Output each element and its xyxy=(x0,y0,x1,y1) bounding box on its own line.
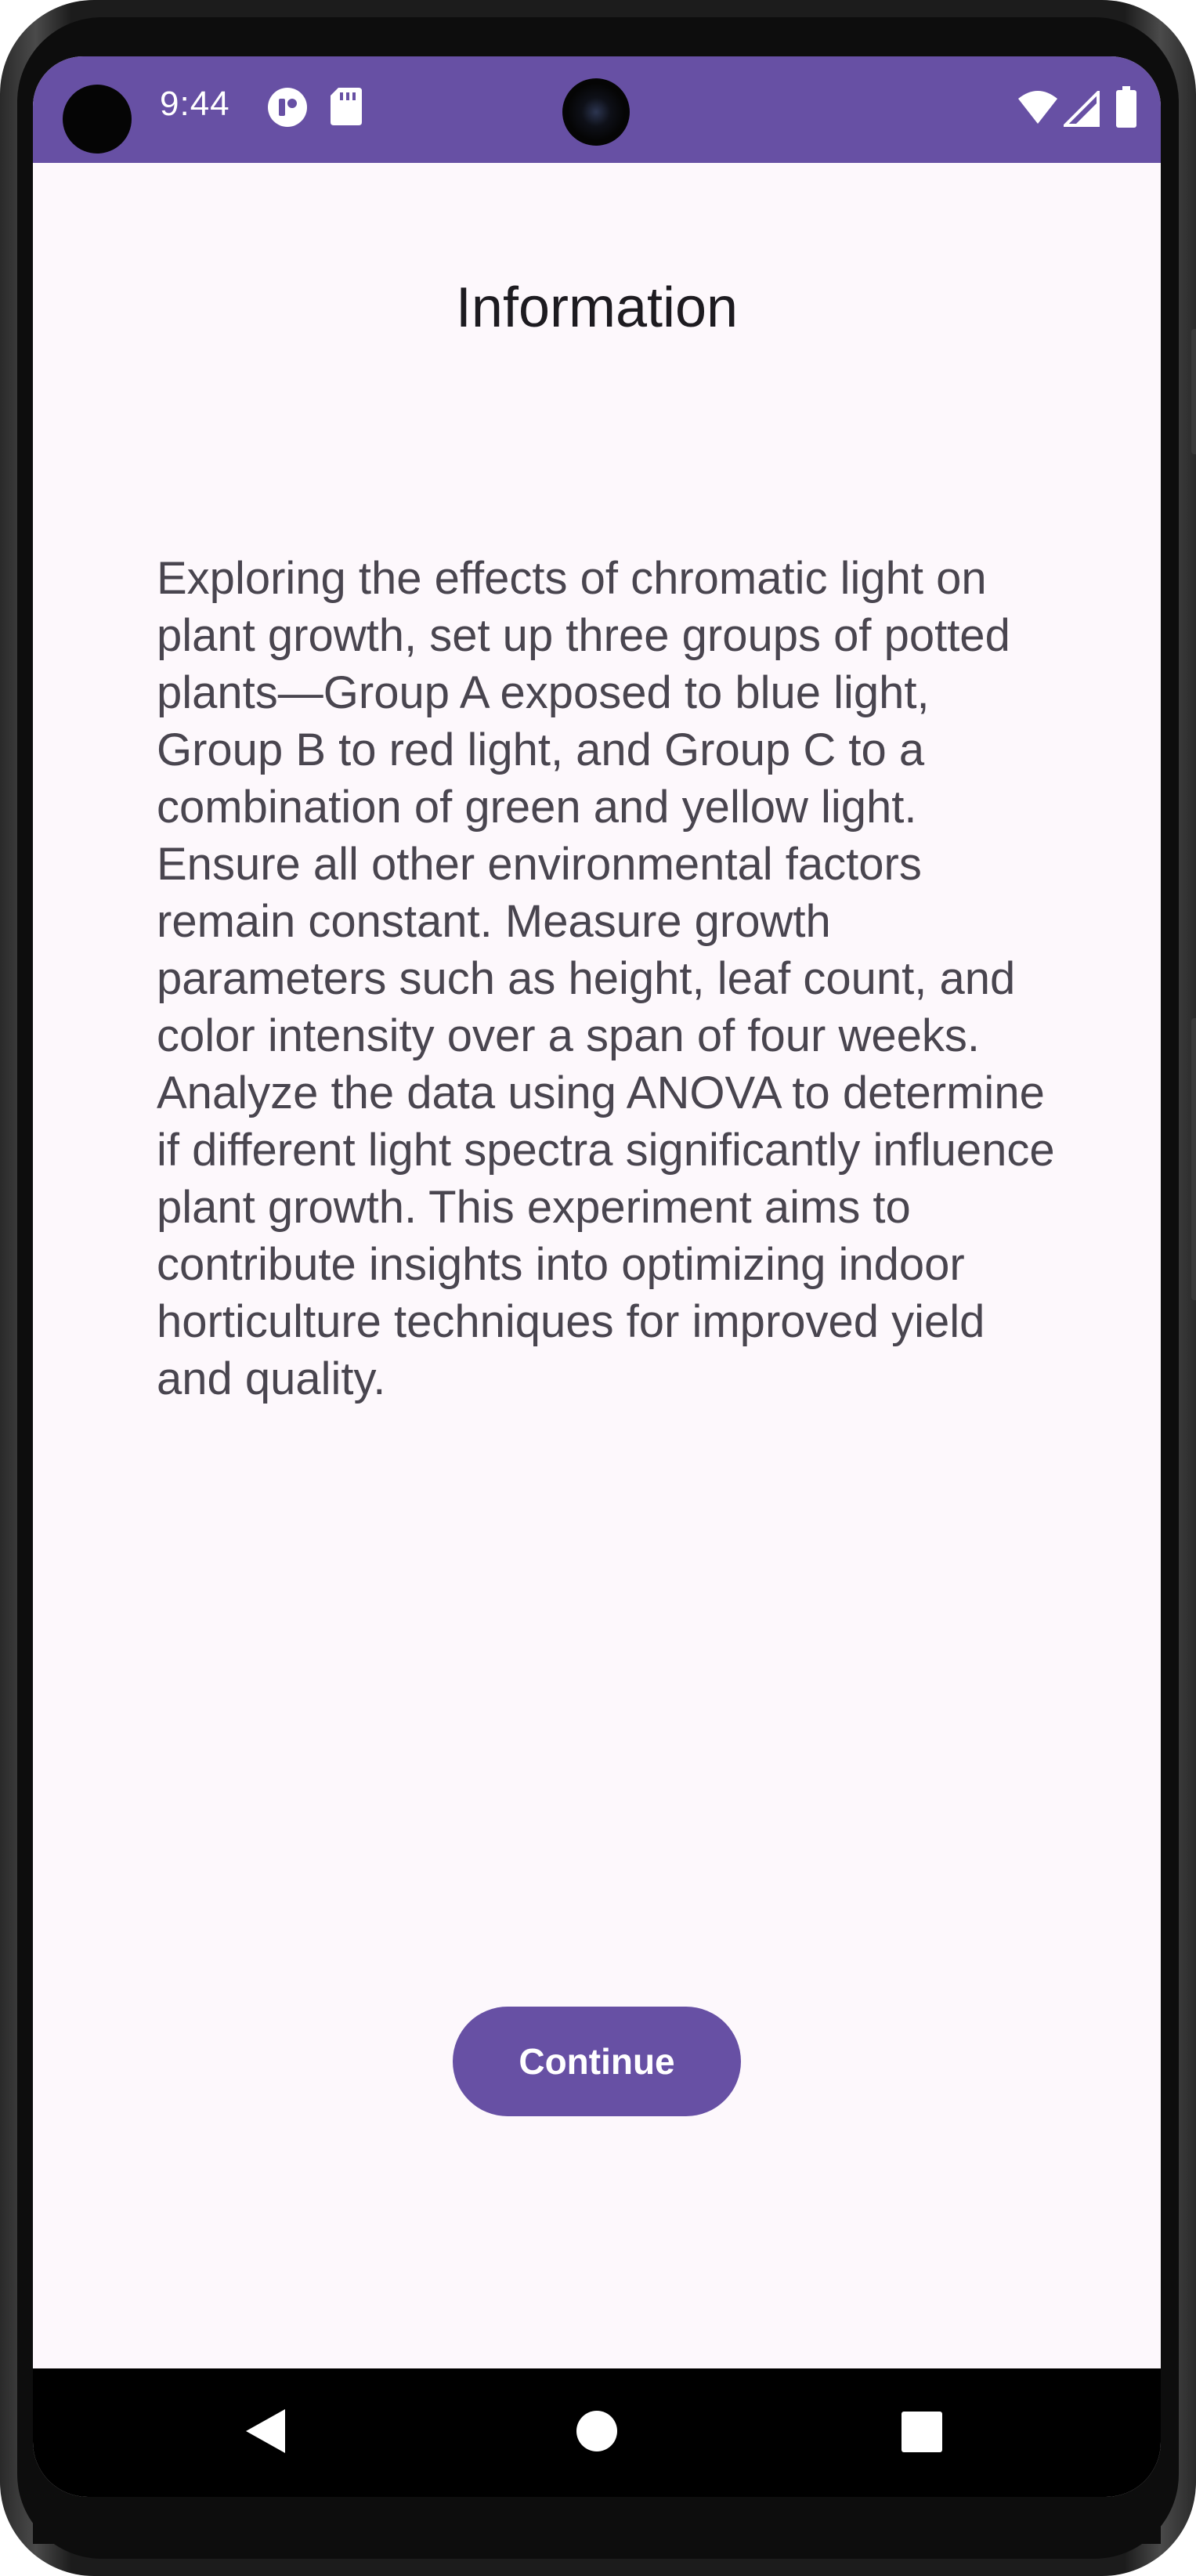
home-icon[interactable] xyxy=(575,2409,619,2457)
back-icon[interactable] xyxy=(243,2408,287,2459)
recents-icon[interactable] xyxy=(901,2411,943,2457)
phone-chin xyxy=(33,2497,1161,2544)
page-title: Information xyxy=(455,276,739,339)
sd-card-icon xyxy=(329,86,363,131)
navigation-bar xyxy=(33,2368,1161,2497)
information-text: Exploring the effects of chromatic light… xyxy=(157,553,1055,1404)
front-camera-cutout xyxy=(63,85,132,154)
cellular-signal-icon xyxy=(1061,89,1100,131)
continue-button[interactable]: Continue xyxy=(453,2007,741,2116)
app-screen: 9:44 Information Exploring the effects o… xyxy=(33,56,1161,2497)
status-time: 9:44 xyxy=(160,85,230,123)
power-button xyxy=(1191,1018,1196,1300)
center-camera-cutout xyxy=(562,78,630,146)
status-bar: 9:44 xyxy=(33,56,1161,163)
wifi-icon xyxy=(1017,89,1059,129)
assistant-icon xyxy=(266,86,309,132)
volume-button xyxy=(1191,329,1196,454)
battery-icon xyxy=(1115,86,1137,132)
